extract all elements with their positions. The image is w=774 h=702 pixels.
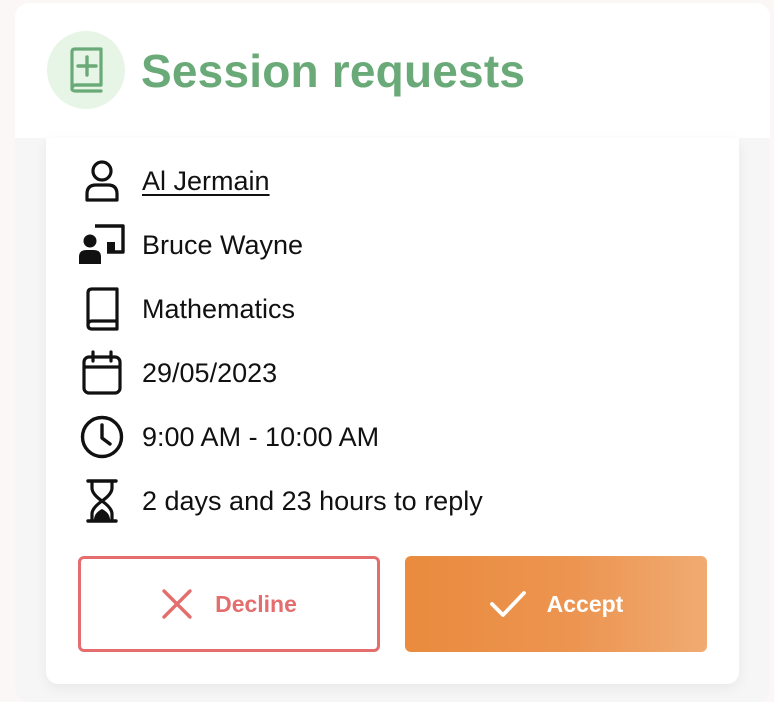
header-icon-badge bbox=[47, 31, 125, 109]
student-row: Al Jermain bbox=[76, 157, 270, 205]
accept-button-label: Accept bbox=[546, 590, 624, 617]
reply-deadline-row: 2 days and 23 hours to reply bbox=[76, 477, 483, 525]
check-icon bbox=[489, 591, 526, 617]
accept-button[interactable]: Accept bbox=[405, 556, 707, 652]
time-row: 9:00 AM - 10:00 AM bbox=[76, 413, 379, 461]
book-plus-icon bbox=[70, 47, 103, 93]
subject-name: Mathematics bbox=[142, 293, 296, 324]
teacher-name: Bruce Wayne bbox=[142, 229, 304, 260]
decline-button-label: Decline bbox=[215, 590, 297, 617]
date-row: 29/05/2023 bbox=[76, 349, 277, 397]
calendar-icon bbox=[76, 349, 128, 397]
student-name-link[interactable]: Al Jermain bbox=[142, 166, 270, 197]
close-icon bbox=[162, 589, 192, 619]
subject-row: Mathematics bbox=[76, 285, 295, 333]
teacher-row: Bruce Wayne bbox=[76, 221, 303, 269]
hourglass-icon bbox=[76, 477, 128, 525]
book-icon bbox=[76, 285, 128, 333]
decline-button[interactable]: Decline bbox=[78, 556, 380, 652]
reply-deadline-text: 2 days and 23 hours to reply bbox=[142, 485, 483, 516]
teacher-icon bbox=[76, 221, 128, 269]
clock-icon bbox=[76, 413, 128, 461]
page-title: Session requests bbox=[141, 45, 526, 97]
page-background: Session requests Al Jermain Bruce Wayne bbox=[0, 0, 774, 702]
session-date: 29/05/2023 bbox=[142, 357, 278, 388]
session-time: 9:00 AM - 10:00 AM bbox=[142, 421, 380, 452]
user-icon bbox=[76, 157, 128, 205]
